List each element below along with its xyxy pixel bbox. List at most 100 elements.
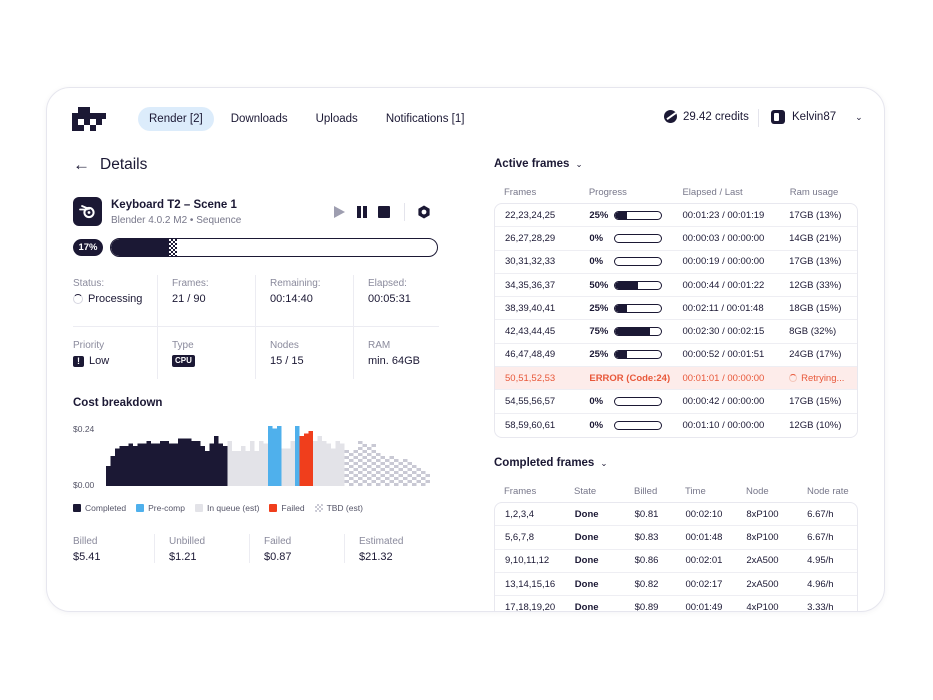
active-frames-toggle[interactable]: Active frames ⌄ [494, 158, 583, 170]
cost-chart: $0.24 $0.00 [73, 421, 443, 496]
completed-bar [178, 438, 183, 486]
table-row[interactable]: 9,10,11,12 Done $0.86 00:02:01 2xA500 4.95/h [495, 550, 857, 573]
legend-completed: Completed [73, 503, 126, 513]
tbd-bar [358, 441, 363, 444]
tbd-bar [367, 447, 372, 450]
table-row[interactable]: 54,55,56,57 0% 00:00:42 / 00:00:00 17GB (15… [495, 390, 857, 414]
tbd-bar [358, 453, 363, 456]
stat-status: Status: Processing [73, 278, 143, 305]
progress-cell: 50% [589, 280, 682, 291]
tbd-bar [425, 474, 430, 477]
tbd-bar [344, 480, 349, 483]
tab-uploads[interactable]: Uploads [305, 107, 369, 131]
tbd-bar [394, 471, 399, 474]
stop-icon[interactable] [377, 205, 391, 219]
completed-bar [205, 451, 210, 486]
node-cell: 8xP100 [746, 508, 779, 520]
tbd-bar [371, 468, 376, 471]
in-queue-bar [317, 436, 322, 486]
billed-cell: $0.83 [634, 531, 659, 543]
completed-bar [115, 448, 120, 486]
tbd-bar [376, 453, 381, 456]
tab-downloads[interactable]: Downloads [220, 107, 299, 131]
failed-bar [299, 436, 304, 486]
username: Kelvin87 [792, 111, 837, 123]
topbar-divider [758, 109, 759, 127]
table-row[interactable]: 5,6,7,8 Done $0.83 00:01:48 8xP100 6.67/h [495, 526, 857, 550]
ram-value: Retrying... [801, 372, 845, 384]
ram-cell: 17GB (13%) [789, 256, 857, 267]
in-queue-bar [227, 441, 232, 486]
table-row[interactable]: 50,51,52,53 ERROR (Code:24) 00:01:01 / 00:… [495, 367, 857, 391]
tbd-bar [412, 483, 417, 486]
table-row[interactable]: 34,35,36,37 50% 00:00:44 / 00:01:22 12GB (3… [495, 274, 857, 298]
tbd-bar [389, 456, 394, 459]
cost-breakdown-title: Cost breakdown [73, 397, 163, 409]
frames-cell: 26,27,28,29 [505, 232, 556, 244]
table-row[interactable]: 1,2,3,4 Done $0.81 00:02:10 8xP100 6.67/h [495, 503, 857, 527]
table-row[interactable]: 22,23,24,25 25% 00:01:23 / 00:01:19 17GB (1… [495, 204, 857, 228]
tbd-bar [385, 459, 390, 462]
tbd-bar [371, 444, 376, 447]
table-row[interactable]: 30,31,32,33 0% 00:00:19 / 00:00:00 17GB (13… [495, 251, 857, 274]
app-logo[interactable] [72, 107, 106, 131]
completed-frames-toggle[interactable]: Completed frames ⌄ [494, 457, 607, 469]
table-row[interactable]: 17,18,19,20 Done $0.89 00:01:49 4xP100 3.33/h [495, 596, 857, 611]
ram-value: 17GB (15%) [789, 396, 842, 408]
tbd-bar [389, 480, 394, 483]
table-header: Frames Progress Elapsed / Last Ram usage [504, 186, 839, 198]
credits-icon [664, 110, 677, 123]
tab-render[interactable]: Render [2] [138, 107, 214, 131]
completed-bar [133, 446, 138, 486]
pause-icon[interactable] [355, 205, 369, 219]
back-arrow-icon[interactable]: ← [73, 156, 90, 174]
tbd-bar [358, 465, 363, 468]
ram-cell: 24GB (17%) [789, 349, 857, 360]
progress-cell: 25% [589, 210, 682, 221]
completed-bar [119, 446, 124, 486]
y-axis-bottom-label: $0.00 [73, 480, 95, 490]
tbd-bar [376, 459, 381, 462]
state-cell: Done [574, 508, 599, 520]
settings-gear-icon[interactable] [417, 205, 431, 219]
table-row[interactable]: 58,59,60,61 0% 00:01:10 / 00:00:00 12GB (10… [495, 414, 857, 437]
tbd-bar [412, 465, 417, 468]
tbd-bar [394, 477, 399, 480]
frame-progress-bar [614, 350, 663, 360]
state-cell: Done [574, 555, 599, 567]
table-row[interactable]: 13,14,15,16 Done $0.82 00:02:17 2xA500 4.96/h [495, 573, 857, 597]
tbd-bar [403, 477, 408, 480]
completed-bar [160, 441, 165, 486]
frames-cell: 50,51,52,53 [505, 372, 556, 384]
precomp-bar [268, 426, 273, 486]
frames-cell: 38,39,40,41 [505, 302, 556, 314]
play-icon[interactable] [332, 205, 346, 219]
user-menu[interactable]: Kelvin87 ⌄ [771, 110, 863, 124]
progress-value: 75% [589, 326, 609, 338]
tbd-bar [353, 462, 358, 465]
elapsed-cell: 00:02:30 / 00:02:15 [682, 326, 765, 338]
credits-display[interactable]: 29.42 credits [664, 110, 749, 123]
in-queue-bar [232, 451, 237, 486]
elapsed-cell: 00:01:01 / 00:00:00 [682, 372, 765, 384]
progress-cell: 0% [589, 396, 682, 407]
completed-frames-title: Completed frames [494, 457, 595, 469]
table-row[interactable]: 42,43,44,45 75% 00:02:30 / 00:02:15 8GB (32… [495, 320, 857, 344]
frame-progress-bar [614, 280, 663, 290]
time-cell: 00:01:48 [685, 531, 723, 543]
ram-value: 14GB (21%) [789, 232, 842, 244]
completed-bar [196, 441, 201, 486]
frame-progress-bar [614, 327, 663, 337]
ram-cell: 17GB (13%) [789, 210, 857, 221]
tbd-bar [362, 456, 367, 459]
tbd-bar [380, 474, 385, 477]
tbd-bar [403, 459, 408, 462]
table-row[interactable]: 38,39,40,41 25% 00:02:11 / 00:01:48 18GB (1… [495, 297, 857, 321]
table-row[interactable]: 26,27,28,29 0% 00:00:03 / 00:00:00 14GB (21… [495, 227, 857, 251]
in-queue-bar [263, 443, 268, 486]
table-row[interactable]: 46,47,48,49 25% 00:00:52 / 00:01:51 24GB (1… [495, 344, 857, 368]
tbd-bar [358, 483, 363, 486]
tbd-bar [344, 456, 349, 459]
tbd-bar [376, 465, 381, 468]
tab-notifications[interactable]: Notifications [1] [375, 107, 476, 131]
